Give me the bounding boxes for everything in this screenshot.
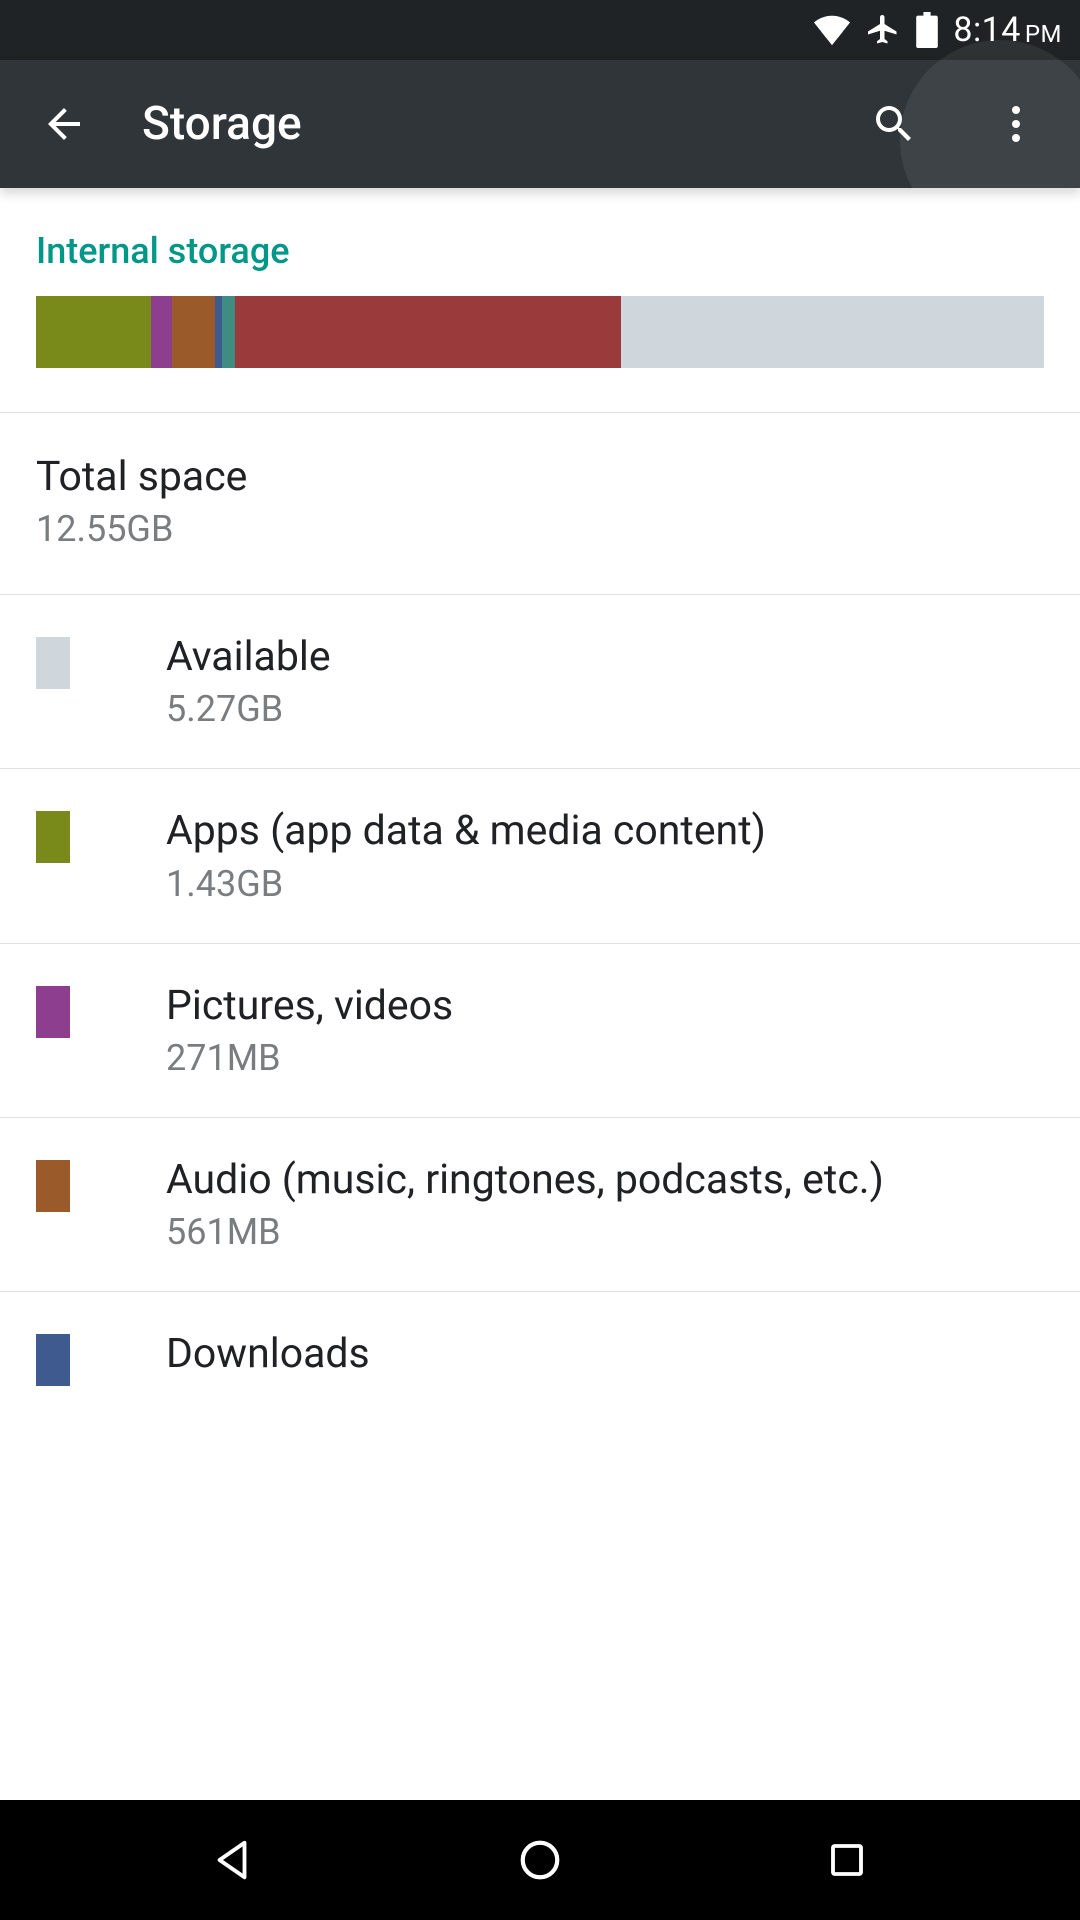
back-button[interactable]	[20, 80, 108, 168]
storage-item-label: Available	[166, 633, 1044, 682]
nav-home-icon	[517, 1837, 563, 1883]
storage-item-downloads[interactable]: Downloads	[0, 1292, 1080, 1424]
usage-segment-other	[235, 296, 621, 368]
nav-home-button[interactable]	[480, 1820, 600, 1900]
swatch-icon	[36, 811, 70, 863]
airplane-mode-icon	[865, 12, 901, 48]
system-navigation-bar	[0, 1800, 1080, 1920]
app-bar: Storage	[0, 60, 1080, 188]
swatch-icon	[36, 986, 70, 1038]
storage-item-value: 1.43GB	[166, 863, 1044, 905]
storage-item-apps[interactable]: Apps (app data & media content) 1.43GB	[0, 769, 1080, 942]
swatch-icon	[36, 1160, 70, 1212]
nav-recents-icon	[826, 1839, 868, 1881]
usage-segment-audio	[172, 296, 215, 368]
search-icon	[870, 100, 918, 148]
storage-item-label: Downloads	[166, 1330, 1044, 1379]
usage-segment-cached	[222, 296, 234, 368]
clock-text: 8:14PM	[953, 10, 1062, 50]
nav-back-button[interactable]	[173, 1820, 293, 1900]
overflow-menu-button[interactable]	[972, 80, 1060, 168]
usage-segment-apps	[36, 296, 151, 368]
back-arrow-icon	[40, 100, 88, 148]
section-header-internal-storage: Internal storage	[0, 188, 1080, 296]
storage-item-pictures[interactable]: Pictures, videos 271MB	[0, 944, 1080, 1117]
page-title: Storage	[142, 97, 816, 151]
storage-item-label: Pictures, videos	[166, 982, 1044, 1031]
storage-item-label: Audio (music, ringtones, podcasts, etc.)	[166, 1156, 1044, 1205]
wifi-icon	[813, 15, 851, 45]
more-vert-icon	[992, 100, 1040, 148]
nav-recents-button[interactable]	[787, 1820, 907, 1900]
swatch-icon	[36, 1334, 70, 1386]
storage-usage-bar	[36, 296, 1044, 368]
storage-item-available[interactable]: Available 5.27GB	[0, 595, 1080, 768]
storage-usage-bar-container	[0, 296, 1080, 412]
nav-back-icon	[210, 1837, 256, 1883]
status-bar: 8:14PM	[0, 0, 1080, 60]
search-button[interactable]	[850, 80, 938, 168]
storage-item-audio[interactable]: Audio (music, ringtones, podcasts, etc.)…	[0, 1118, 1080, 1291]
swatch-icon	[36, 637, 70, 689]
usage-segment-pictures	[151, 296, 172, 368]
content-scroll[interactable]: Internal storage Total space 12.55GB Ava…	[0, 188, 1080, 1800]
total-space-label: Total space	[36, 453, 1044, 502]
battery-icon	[915, 12, 939, 48]
total-space-row[interactable]: Total space 12.55GB	[0, 413, 1080, 594]
storage-item-value: 561MB	[166, 1211, 1044, 1253]
usage-segment-downloads	[215, 296, 222, 368]
total-space-value: 12.55GB	[36, 508, 1044, 550]
storage-item-value: 5.27GB	[166, 688, 1044, 730]
storage-item-value: 271MB	[166, 1037, 1044, 1079]
storage-item-label: Apps (app data & media content)	[166, 807, 1044, 856]
